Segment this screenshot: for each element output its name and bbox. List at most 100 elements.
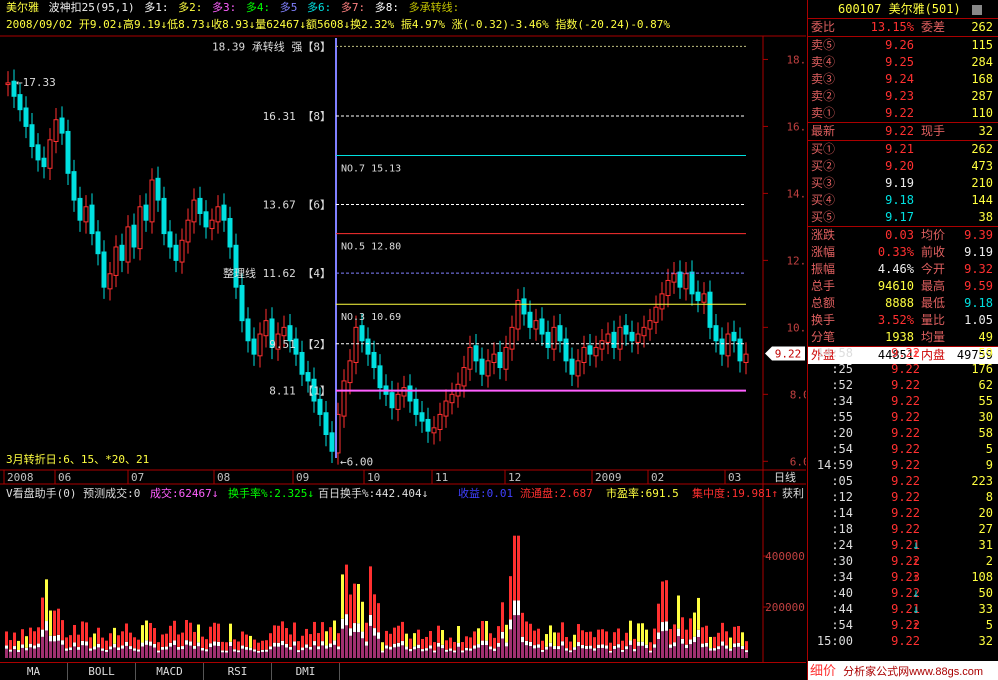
tick-row[interactable]: :40 9.22 ↓ 50: [808, 585, 998, 601]
volume-bar: [181, 632, 184, 647]
candle-body: [281, 326, 287, 337]
volume-bar: [253, 649, 256, 652]
volume-bar: [501, 631, 504, 639]
volume-bar: [317, 649, 320, 658]
order-book-row[interactable]: 最新 9.22 现手 32: [808, 123, 998, 140]
volume-bar: [261, 640, 264, 650]
volume-bar: [449, 648, 452, 651]
volume-bar: [233, 649, 236, 652]
tick-time: :34: [831, 394, 853, 408]
volume-bar: [637, 645, 640, 658]
order-book-row[interactable]: 卖④ 9.25 284: [808, 54, 998, 71]
tick-row[interactable]: :54 9.22 ↑ 5: [808, 617, 998, 633]
chart-area[interactable]: 美尔雅 波神扣25(95,1) 多1: 多2: 多3: 多4: 多5 多6: 多…: [0, 0, 806, 680]
tick-list[interactable]: 14:58 9.22 ↑ 59:25 9.22 176:52 9.22 62:34 9.22 55…: [808, 345, 998, 649]
quote-panel: 600107 美尔雅(501) 委比 13.15% 委差 262 卖⑤ 9.26 115 卖④…: [807, 0, 998, 680]
volume-bar: [353, 631, 356, 658]
volume-bar: [381, 652, 384, 658]
tick-row[interactable]: :34 9.23 ↑ 108: [808, 569, 998, 585]
volume-bar: [273, 646, 276, 658]
volume-bar: [565, 637, 568, 649]
order-book-row[interactable]: 买⑤ 9.17 38: [808, 209, 998, 226]
order-book-row[interactable]: 振幅 4.46% 今开 9.32: [808, 261, 998, 278]
tick-row[interactable]: :30 9.22 ↑ 2: [808, 553, 998, 569]
chart-canvas[interactable]: 18.00 16.00 14.00 12.00 10.00 8.00 6.00 2008 06 0…: [0, 0, 806, 662]
tab-rsi[interactable]: RSI: [204, 663, 272, 680]
order-book-row[interactable]: 卖① 9.22 110: [808, 105, 998, 122]
volume-bar: [353, 623, 356, 632]
order-book-row[interactable]: 总额 8888 最低 9.18: [808, 295, 998, 312]
volume-bar: [309, 634, 312, 647]
tick-row[interactable]: :05 9.22 223: [808, 473, 998, 489]
tick-row[interactable]: 15:00 9.22 32: [808, 633, 998, 649]
y-tick-label: 16.00: [786, 120, 806, 133]
tab-ma[interactable]: MA: [0, 663, 68, 680]
tick-volume: 9: [985, 458, 993, 472]
candle-body: [197, 197, 203, 214]
stat-value: 1.05: [964, 313, 993, 327]
order-book-row[interactable]: 换手 3.52% 量比 1.05: [808, 312, 998, 329]
tick-row[interactable]: :34 9.22 55: [808, 393, 998, 409]
stat-label: 总额: [811, 296, 836, 310]
volume-bar: [657, 638, 660, 658]
candle-body: [713, 325, 719, 342]
candle-body: [437, 413, 443, 430]
tick-row[interactable]: :55 9.22 30: [808, 409, 998, 425]
volume-bar: [385, 630, 388, 646]
order-book-row[interactable]: 委比 13.15% 委差 262: [808, 19, 998, 36]
tab-boll[interactable]: BOLL: [68, 663, 136, 680]
volume-bar: [605, 645, 608, 649]
tick-row[interactable]: 14:58 9.22 ↑ 59: [808, 345, 998, 361]
order-book-row[interactable]: 总手 94610 最高 9.59: [808, 278, 998, 295]
volume-bar: [517, 535, 520, 601]
volume-bar: [349, 635, 352, 658]
tick-row[interactable]: :20 9.22 58: [808, 425, 998, 441]
minimize-icon[interactable]: [971, 4, 982, 15]
sell-volume: 110: [971, 106, 993, 120]
order-book-row[interactable]: 买① 9.21 262: [808, 141, 998, 158]
order-book-row[interactable]: 卖⑤ 9.26 115: [808, 37, 998, 54]
volume-bar: [677, 636, 680, 658]
tick-row[interactable]: 14:59 9.22 9: [808, 457, 998, 473]
volume-bar: [565, 650, 568, 658]
volume-bar: [301, 647, 304, 651]
volume-bar: [489, 633, 492, 647]
tick-row[interactable]: :44 9.21 ↓ 33: [808, 601, 998, 617]
target-label: NO.5 12.80: [341, 242, 401, 253]
tick-row[interactable]: :18 9.22 27: [808, 521, 998, 537]
level-label: 8.11 【1】: [269, 385, 331, 398]
volume-bar: [237, 652, 240, 658]
order-book-row[interactable]: 买③ 9.19 210: [808, 175, 998, 192]
candle-body: [209, 219, 215, 230]
order-book-row[interactable]: 涨跌 0.03 均价 9.39: [808, 227, 998, 244]
order-book-row[interactable]: 买④ 9.18 144: [808, 192, 998, 209]
order-book-row[interactable]: 卖③ 9.24 168: [808, 71, 998, 88]
sub-chart-item: 换手率%:2.325↓: [228, 486, 314, 500]
tick-price: 9.22: [891, 458, 920, 472]
tick-time: :40: [831, 586, 853, 600]
tick-row[interactable]: :54 9.22 5: [808, 441, 998, 457]
tick-row[interactable]: :14 9.22 20: [808, 505, 998, 521]
order-book-row[interactable]: 买② 9.20 473: [808, 158, 998, 175]
volume-bar: [321, 645, 324, 658]
volume-bar: [577, 646, 580, 658]
order-book-row[interactable]: 涨幅 0.33% 前收 9.19: [808, 244, 998, 261]
volume-bar: [609, 652, 612, 658]
order-book-row[interactable]: 分笔 1938 均量 49: [808, 329, 998, 346]
candle-body: [95, 231, 101, 255]
tick-row[interactable]: :52 9.22 62: [808, 377, 998, 393]
volume-bar: [257, 650, 260, 653]
tab-macd[interactable]: MACD: [136, 663, 204, 680]
volume-bar: [741, 649, 744, 658]
tick-row[interactable]: :25 9.22 176: [808, 361, 998, 377]
volume-bar: [229, 641, 232, 646]
sub-chart-item: 收益:0.01: [458, 486, 513, 500]
stat-label: 均量: [921, 330, 946, 344]
tick-row[interactable]: :24 9.21 ↓ 31: [808, 537, 998, 553]
volume-bar: [541, 640, 544, 650]
order-book-row[interactable]: 卖② 9.23 287: [808, 88, 998, 105]
tab-dmi[interactable]: DMI: [272, 663, 340, 680]
tick-row[interactable]: :12 9.22 8: [808, 489, 998, 505]
candle-body: [179, 239, 185, 263]
volume-bar: [317, 646, 320, 650]
